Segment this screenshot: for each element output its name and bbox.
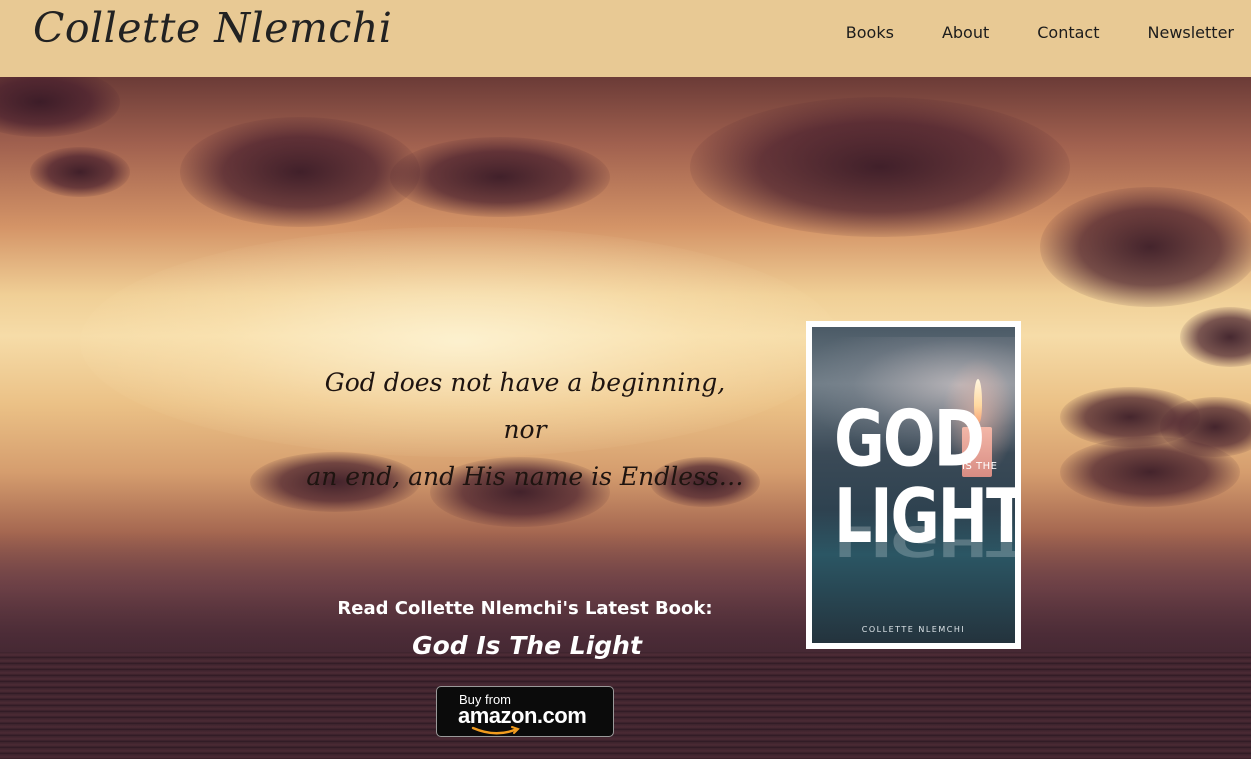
hero-quote: God does not have a beginning, nor an en… xyxy=(300,359,750,500)
site-logo[interactable]: Collette Nlemchi xyxy=(33,4,392,52)
nav-link-about[interactable]: About xyxy=(942,23,989,43)
nav-link-contact[interactable]: Contact xyxy=(1037,23,1099,43)
cover-title-is-the: IS THE xyxy=(962,461,998,472)
cloud-shape xyxy=(1180,307,1251,367)
cloud-shape xyxy=(1040,187,1251,307)
quote-line: God does not have a beginning, nor xyxy=(324,368,726,444)
latest-book-title: God Is The Light xyxy=(412,631,642,660)
buy-from-amazon-button[interactable]: Buy from amazon.com xyxy=(436,686,614,737)
nav-link-newsletter[interactable]: Newsletter xyxy=(1148,23,1235,43)
book-cover-image[interactable]: GOD IS THE LIGHT LIGHT COLLETTE NLEMCHI xyxy=(806,321,1021,649)
cover-title-reflection: LIGHT xyxy=(834,516,1015,565)
cover-author: COLLETTE NLEMCHI xyxy=(861,625,966,634)
cloud-shape xyxy=(180,117,420,227)
main-nav: Books About Contact Newsletter xyxy=(798,23,1234,43)
cloud-shape xyxy=(30,147,130,197)
amazon-smile-icon xyxy=(471,726,520,735)
cloud-shape xyxy=(390,137,610,217)
cover-title-god: GOD xyxy=(834,393,985,485)
cloud-shape xyxy=(0,77,120,137)
book-cover-art: GOD IS THE LIGHT LIGHT COLLETTE NLEMCHI xyxy=(812,327,1015,643)
quote-line: an end, and His name is Endless… xyxy=(306,462,744,491)
latest-book-label: Read Collette Nlemchi's Latest Book: xyxy=(337,598,713,619)
site-header: Collette Nlemchi Books About Contact New… xyxy=(0,0,1251,77)
nav-link-books[interactable]: Books xyxy=(846,23,894,43)
sea-surface xyxy=(0,652,1251,759)
cloud-shape xyxy=(690,97,1070,237)
